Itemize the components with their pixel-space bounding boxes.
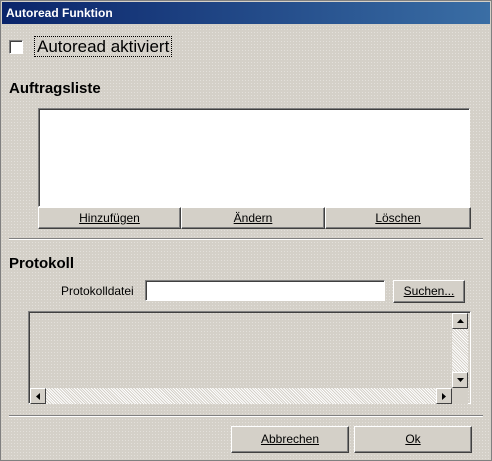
cancel-button-label: Abbrechen [260,432,320,446]
protokolldatei-label: Protokolldatei [61,284,134,298]
arrow-right-icon[interactable] [436,388,452,404]
autoread-checkbox[interactable] [9,40,23,54]
search-button[interactable]: Suchen... [393,280,465,303]
arrow-up-icon[interactable] [452,313,468,329]
search-button-label: Suchen... [403,284,455,298]
arrow-down-icon[interactable] [452,372,468,388]
auftragsliste-title: Auftragsliste [9,80,101,97]
ok-button-label: Ok [405,432,421,446]
section-divider-1 [9,238,483,240]
ok-button[interactable]: Ok [354,426,472,453]
window-title: Autoread Funktion [2,2,490,24]
edit-button-label: Ändern [233,211,273,225]
add-button-label: Hinzufügen [79,211,140,225]
autoread-dialog: Autoread Funktion Autoread aktiviert Auf… [0,0,492,461]
autoread-checkbox-label[interactable]: Autoread aktiviert [33,36,173,57]
auftragsliste-listbox[interactable] [38,108,470,207]
section-divider-2 [9,415,483,417]
add-button[interactable]: Hinzufügen [38,207,181,229]
arrow-left-icon[interactable] [30,388,46,404]
protokoll-title: Protokoll [9,255,75,272]
cancel-button[interactable]: Abbrechen [231,426,349,453]
horizontal-scrollbar[interactable] [30,388,452,404]
protokolldatei-input[interactable] [145,280,385,301]
delete-button-label: Löschen [375,211,421,225]
scroll-corner [452,388,468,404]
edit-button[interactable]: Ändern [181,207,325,229]
delete-button[interactable]: Löschen [325,207,471,229]
